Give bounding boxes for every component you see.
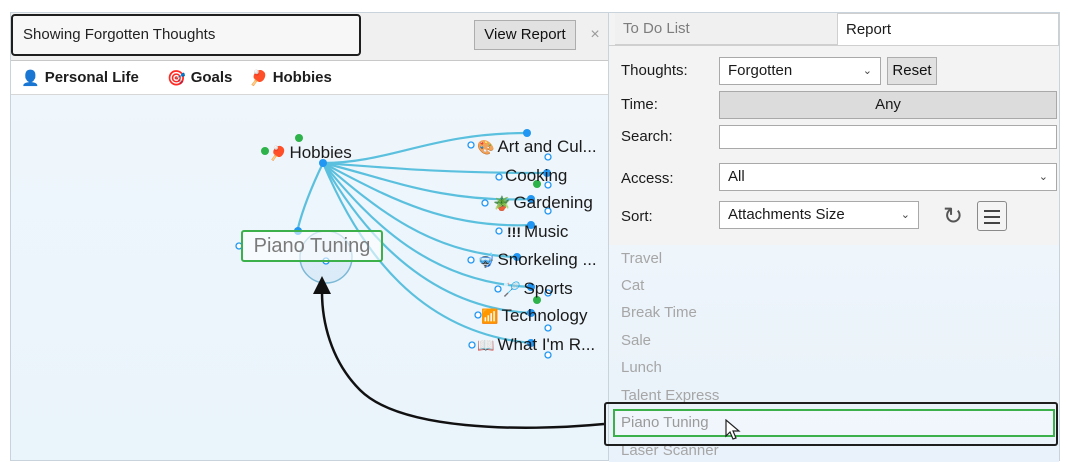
ping-pong-icon: 🏓 (269, 145, 287, 161)
art-icon: 🎨 (477, 139, 495, 155)
tab-to-do-list[interactable]: To Do List (615, 13, 837, 45)
node-label: Sports (523, 279, 573, 298)
child-node-snorkeling[interactable]: 🤿 Snorkeling ... (477, 250, 597, 270)
access-select[interactable]: All ⌄ (719, 163, 1057, 191)
refresh-icon[interactable]: ↻ (939, 203, 967, 231)
list-item[interactable]: Lunch (621, 358, 662, 378)
snorkel-icon: 🤿 (477, 252, 495, 268)
node-label: Gardening (513, 193, 593, 212)
time-label: Time: (621, 96, 658, 113)
forgotten-thought-node[interactable]: Piano Tuning (241, 230, 383, 262)
list-item[interactable]: Travel (621, 249, 662, 269)
exclamation-icon: !!! (507, 224, 521, 240)
thoughts-select[interactable]: Forgotten ⌄ (719, 57, 881, 85)
time-selector[interactable]: Any (719, 91, 1057, 119)
plant-icon: 🪴 (493, 195, 511, 211)
node-label: Art and Cul... (497, 137, 597, 156)
central-node-hobbies[interactable]: 🏓 Hobbies (269, 143, 352, 163)
child-node-technology[interactable]: 📶 Technology (481, 306, 587, 326)
mouse-cursor-icon (725, 419, 741, 440)
access-select-value: All (728, 168, 745, 185)
access-label: Access: (621, 170, 674, 187)
list-item[interactable]: Sale (621, 331, 651, 351)
thoughts-label: Thoughts: (621, 62, 688, 79)
node-label: Cooking (505, 166, 568, 185)
wifi-icon: 📶 (481, 308, 499, 324)
mind-map-panel: Showing Forgotten Thoughts View Report ×… (10, 12, 609, 461)
selected-list-item-label: Piano Tuning (621, 414, 709, 431)
sort-label: Sort: (621, 208, 653, 225)
node-label: What I'm R... (497, 335, 596, 354)
tab-divider (609, 45, 1059, 46)
search-label: Search: (621, 128, 673, 145)
sort-select[interactable]: Attachments Size ⌄ (719, 201, 919, 229)
sort-select-value: Attachments Size (728, 206, 845, 223)
list-item[interactable]: Break Time (621, 303, 697, 323)
node-label: Snorkeling ... (497, 250, 597, 269)
list-item[interactable]: Cat (621, 276, 644, 296)
book-icon: 📖 (477, 337, 495, 353)
tab-report[interactable]: Report (837, 13, 1059, 45)
node-label: Technology (501, 306, 588, 325)
search-input[interactable] (719, 125, 1057, 149)
reset-button[interactable]: Reset (887, 57, 937, 85)
child-node-what-im-reading[interactable]: 📖 What I'm R... (477, 335, 595, 355)
report-panel: To Do List Report Thoughts: Forgotten ⌄ … (608, 12, 1060, 462)
child-node-sports[interactable]: 🏸 Sports (503, 279, 573, 299)
chevron-down-icon: ⌄ (900, 209, 910, 221)
menu-icon[interactable] (977, 201, 1007, 231)
child-node-music[interactable]: !!! Music (507, 222, 568, 242)
chevron-down-icon: ⌄ (1038, 171, 1048, 183)
badminton-icon: 🏸 (503, 281, 521, 297)
chevron-down-icon: ⌄ (862, 65, 872, 77)
child-node-gardening[interactable]: 🪴 Gardening (493, 193, 593, 213)
thoughts-select-value: Forgotten (728, 62, 793, 79)
node-label: Music (524, 222, 569, 241)
node-label: Hobbies (289, 143, 352, 162)
child-node-art-and-culture[interactable]: 🎨 Art and Cul... (477, 137, 597, 157)
child-node-cooking[interactable]: Cooking (505, 166, 567, 186)
